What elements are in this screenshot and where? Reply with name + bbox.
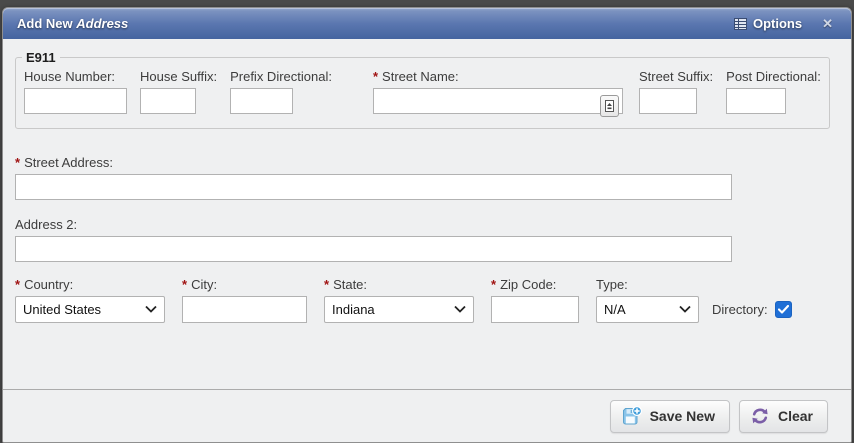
post-directional-field: Post Directional: [726, 69, 821, 114]
save-new-button[interactable]: Save New [610, 400, 730, 433]
post-directional-label: Post Directional: [726, 69, 821, 84]
list-icon [734, 18, 747, 30]
street-address-label: *Street Address: [15, 155, 839, 170]
dialog-titlebar: Add New Address Options ✕ [3, 8, 851, 39]
city-input[interactable] [182, 296, 307, 323]
dialog-title-text: Add New [17, 16, 73, 31]
required-marker: * [15, 277, 20, 292]
save-plus-icon [621, 406, 642, 427]
address2-field: Address 2: [15, 217, 839, 262]
e911-legend: E911 [22, 50, 60, 65]
directory-label: Directory: [712, 302, 768, 317]
dialog-title-emphasis: Address [76, 16, 128, 31]
dialog-footer: Save New Clear [3, 389, 851, 442]
directory-checkbox[interactable] [775, 301, 792, 318]
city-field: *City: [182, 277, 307, 323]
required-marker: * [491, 277, 496, 292]
type-select-wrap: N/A [596, 296, 699, 323]
directory-field: Directory: [712, 296, 792, 323]
clear-label: Clear [778, 408, 813, 424]
house-number-field: House Number: [24, 69, 127, 114]
required-marker: * [15, 155, 20, 170]
clear-button[interactable]: Clear [739, 400, 828, 433]
country-label: *Country: [15, 277, 165, 292]
e911-fieldset: E911 House Number: House Suffix: Prefix … [15, 50, 830, 129]
street-name-label: *Street Name: [373, 69, 623, 84]
prefix-directional-field: Prefix Directional: [230, 69, 332, 114]
state-label: *State: [324, 277, 474, 292]
state-select-wrap: Indiana [324, 296, 474, 323]
refresh-icon [750, 406, 770, 426]
type-label: Type: [596, 277, 699, 292]
check-icon [778, 305, 789, 314]
required-marker: * [182, 277, 187, 292]
required-marker: * [373, 69, 378, 84]
state-select[interactable]: Indiana [324, 296, 474, 323]
zip-label: *Zip Code: [491, 277, 579, 292]
city-label: *City: [182, 277, 307, 292]
dropdown-icon [605, 100, 614, 112]
street-suffix-field: Street Suffix: [639, 69, 713, 114]
house-suffix-input[interactable] [140, 88, 196, 114]
street-address-field: *Street Address: [15, 155, 839, 200]
street-suffix-label: Street Suffix: [639, 69, 713, 84]
options-label: Options [753, 16, 802, 31]
street-suffix-input[interactable] [639, 88, 697, 114]
type-select[interactable]: N/A [596, 296, 699, 323]
dialog-title: Add New Address [17, 16, 128, 31]
e911-fields-row: House Number: House Suffix: Prefix Direc… [24, 69, 821, 114]
street-name-combo [373, 93, 623, 110]
address2-label: Address 2: [15, 217, 839, 232]
zip-input[interactable] [491, 296, 579, 323]
add-address-dialog: Add New Address Options ✕ E911 House Num… [2, 7, 852, 443]
close-button[interactable]: ✕ [822, 16, 833, 32]
dialog-body: E911 House Number: House Suffix: Prefix … [3, 50, 851, 323]
country-select-wrap: United States [15, 296, 165, 323]
location-row: *Country: United States *City: *State: [15, 277, 839, 323]
save-new-label: Save New [650, 408, 715, 424]
house-number-label: House Number: [24, 69, 127, 84]
country-select[interactable]: United States [15, 296, 165, 323]
type-field: Type: N/A [596, 277, 699, 323]
street-address-input[interactable] [15, 174, 732, 200]
required-marker: * [324, 277, 329, 292]
state-field: *State: Indiana [324, 277, 474, 323]
street-name-field: *Street Name: [373, 69, 623, 114]
address2-input[interactable] [15, 236, 732, 262]
house-suffix-label: House Suffix: [140, 69, 217, 84]
street-name-picker-button[interactable] [600, 95, 619, 117]
house-number-input[interactable] [24, 88, 127, 114]
zip-field: *Zip Code: [491, 277, 579, 323]
prefix-directional-label: Prefix Directional: [230, 69, 332, 84]
prefix-directional-input[interactable] [230, 88, 293, 114]
street-name-input[interactable] [373, 88, 623, 114]
post-directional-input[interactable] [726, 88, 786, 114]
options-button[interactable]: Options [730, 13, 806, 34]
house-suffix-field: House Suffix: [140, 69, 217, 114]
country-field: *Country: United States [15, 277, 165, 323]
